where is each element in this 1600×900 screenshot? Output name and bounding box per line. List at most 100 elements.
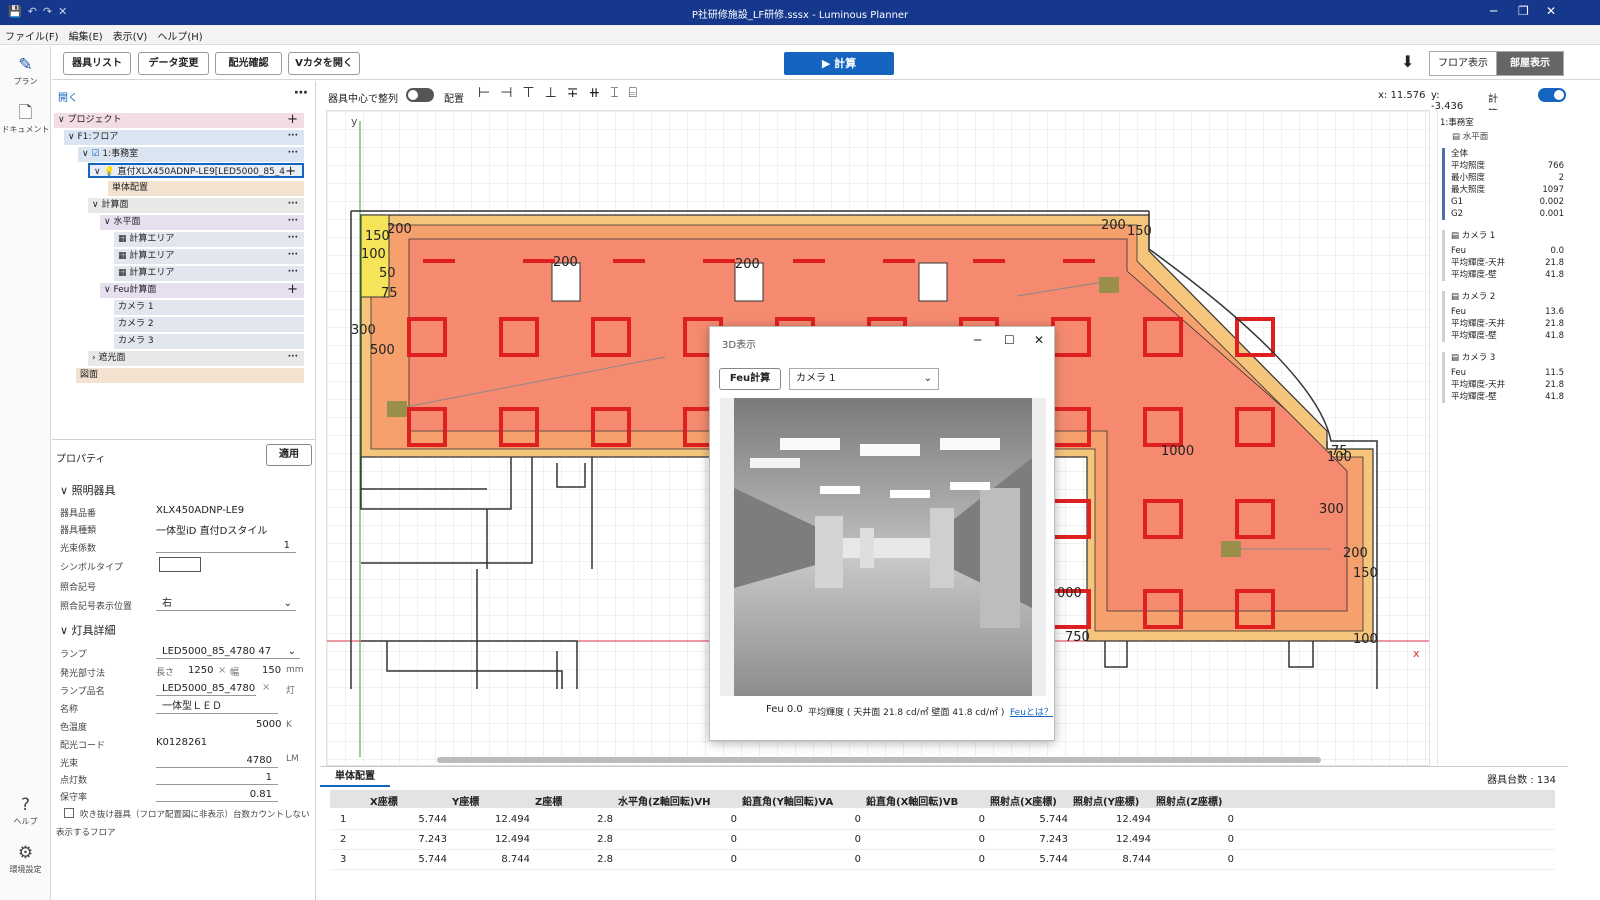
table-cell[interactable]: 2 <box>340 834 346 845</box>
tree-item-area-1[interactable]: ▦ 計算エリア ··· <box>114 232 304 247</box>
vcatalog-button[interactable]: Vカタを開く <box>288 52 360 75</box>
light-check-button[interactable]: 配光確認 <box>215 52 282 75</box>
data-change-button[interactable]: データ変更 <box>138 52 209 75</box>
plane-name[interactable]: ▤ 水平面 <box>1452 130 1488 142</box>
maint-input[interactable]: 0.81 <box>156 787 278 802</box>
open-link[interactable]: 開く <box>58 89 78 104</box>
window-3d[interactable]: 3D表示 ─ ☐ ✕ Feu計算 カメラ 1 ⌄ Feu 0.0 平均輝度 (… <box>709 326 1055 741</box>
tree-item-camera-1[interactable]: カメラ 1 <box>114 300 304 315</box>
linear-fixture[interactable] <box>523 259 555 263</box>
flux-factor-input[interactable]: 1 <box>156 538 296 553</box>
tree-item-horizontal[interactable]: ∨ 水平面 ··· <box>100 215 304 230</box>
more-icon[interactable]: ⋯ <box>294 85 308 101</box>
lamp-select[interactable]: LED5000_85_4780 47 ⌄ <box>156 644 300 659</box>
close-button[interactable]: ✕ <box>1546 4 1556 18</box>
table-cell[interactable]: 5.744 <box>367 814 447 825</box>
more-icon[interactable]: ··· <box>288 130 298 144</box>
align-tools-icon[interactable]: ⊢⊣⊤⊥∓⧺⌶⌸ <box>478 85 647 101</box>
download-icon[interactable]: ⬇ <box>1401 52 1414 71</box>
section-lamp[interactable]: ∨ 灯具詳細 <box>60 622 116 638</box>
rail-plan[interactable]: ✎ プラン <box>0 54 51 87</box>
name-input[interactable]: 一体型ＬＥＤ <box>156 699 278 714</box>
table-cell[interactable]: 3 <box>340 854 346 865</box>
tree-item-drawing[interactable]: 図面 <box>76 368 304 383</box>
add-icon[interactable]: + <box>287 283 298 297</box>
linear-fixture[interactable] <box>883 259 915 263</box>
rail-help[interactable]: ? ヘルプ <box>0 794 51 827</box>
table-cell[interactable]: 7.243 <box>367 834 447 845</box>
code-pos-select[interactable]: 右 ⌄ <box>156 596 296 611</box>
ct-value[interactable]: 5000 <box>256 719 281 730</box>
floor-view-button[interactable]: フロア表示 <box>1429 51 1497 76</box>
horizontal-scrollbar[interactable] <box>437 757 1321 763</box>
table-cell[interactable]: 0 <box>905 834 985 845</box>
table-cell[interactable]: 5.744 <box>988 854 1068 865</box>
restore-button[interactable]: ❐ <box>1518 4 1529 18</box>
tree-item-camera-3[interactable]: カメラ 3 <box>114 334 304 349</box>
tree-item-fixture[interactable]: ∨ 💡 直付XLX450ADNP-LE9[LED5000_85_4 + <box>88 163 304 178</box>
table-cell[interactable]: 2.8 <box>533 814 613 825</box>
count-input[interactable]: 1 <box>156 770 278 785</box>
calculate-button[interactable]: ▶ 計算 <box>784 52 894 75</box>
linear-fixture[interactable] <box>973 259 1005 263</box>
table-row[interactable]: 3 5.744 8.744 2.8 0 0 0 5.744 8.744 0 <box>330 851 1555 870</box>
checkbox-icon[interactable]: ☑ <box>91 149 99 159</box>
camera-select[interactable]: カメラ 1 ⌄ <box>789 368 939 390</box>
minimize-button[interactable]: ─ <box>1490 4 1497 18</box>
table-cell[interactable]: 7.243 <box>988 834 1068 845</box>
calc-result-toggle[interactable] <box>1538 88 1566 102</box>
linear-fixture[interactable] <box>423 259 455 263</box>
tree-item-area-3[interactable]: ▦ 計算エリア ··· <box>114 266 304 281</box>
win3d-close-button[interactable]: ✕ <box>1034 333 1044 347</box>
table-cell[interactable]: 1 <box>340 814 346 825</box>
table-cell[interactable]: 8.744 <box>450 854 530 865</box>
win3d-minimize-button[interactable]: ─ <box>974 333 981 347</box>
tree-item-floor[interactable]: ∨ F1:フロア ··· <box>64 130 304 145</box>
more-icon[interactable]: ··· <box>288 249 298 263</box>
more-icon[interactable]: ··· <box>288 147 298 161</box>
linear-fixture[interactable] <box>613 259 645 263</box>
table-cell[interactable]: 0 <box>905 854 985 865</box>
menu-file[interactable]: ファイル(F) <box>0 25 64 43</box>
tree-item-area-2[interactable]: ▦ 計算エリア ··· <box>114 249 304 264</box>
tab-single-placement[interactable]: 単体配置 <box>320 767 390 787</box>
size-w-value[interactable]: 150 <box>262 665 281 676</box>
win3d-maximize-button[interactable]: ☐ <box>1004 333 1015 347</box>
tree-item-room[interactable]: ∨ ☑ 1:事務室 ··· <box>78 147 304 162</box>
linear-fixture[interactable] <box>1063 259 1095 263</box>
more-icon[interactable]: ··· <box>288 215 298 229</box>
table-cell[interactable]: 5.744 <box>367 854 447 865</box>
linear-fixture[interactable] <box>793 259 825 263</box>
more-icon[interactable]: ··· <box>288 351 298 365</box>
more-icon[interactable]: ··· <box>288 266 298 280</box>
table-cell[interactable]: 12.494 <box>1071 814 1151 825</box>
table-cell[interactable]: 2.8 <box>533 834 613 845</box>
table-cell[interactable]: 0 <box>781 854 861 865</box>
table-cell[interactable]: 2.8 <box>533 854 613 865</box>
table-row[interactable]: 2 7.243 12.494 2.8 0 0 0 7.243 12.494 0 <box>330 831 1555 850</box>
table-cell[interactable]: 8.744 <box>1071 854 1151 865</box>
table-cell[interactable]: 12.494 <box>450 814 530 825</box>
table-cell[interactable]: 0 <box>905 814 985 825</box>
tree-item-shade[interactable]: › 遮光面 ··· <box>88 351 304 366</box>
table-cell[interactable]: 0 <box>1154 854 1234 865</box>
tree-item-calcplane[interactable]: ∨ 計算面 ··· <box>88 198 304 213</box>
table-cell[interactable]: 12.494 <box>1071 834 1151 845</box>
tree-item-project[interactable]: ∨ プロジェクト + <box>54 113 304 128</box>
size-l-value[interactable]: 1250 <box>188 665 213 676</box>
feu-calc-button[interactable]: Feu計算 <box>719 368 781 390</box>
symbol-swatch[interactable] <box>159 557 201 572</box>
tree-item-feu[interactable]: ∨ Feu計算面 + <box>100 283 304 298</box>
align-center-toggle[interactable] <box>406 88 434 102</box>
table-cell[interactable]: 0 <box>1154 834 1234 845</box>
tree-item-single[interactable]: 単体配置 <box>108 181 304 196</box>
apply-button[interactable]: 適用 <box>266 444 312 466</box>
rail-document[interactable]: 🗋 ドキュメント <box>0 102 51 135</box>
table-cell[interactable]: 12.494 <box>450 834 530 845</box>
menu-help[interactable]: ヘルプ(H) <box>152 25 207 43</box>
add-icon[interactable]: + <box>285 165 296 176</box>
tree-item-camera-2[interactable]: カメラ 2 <box>114 317 304 332</box>
add-icon[interactable]: + <box>287 113 298 127</box>
lamp-name-input[interactable]: LED5000_85_4780 <box>156 681 256 696</box>
linear-fixture[interactable] <box>703 259 735 263</box>
